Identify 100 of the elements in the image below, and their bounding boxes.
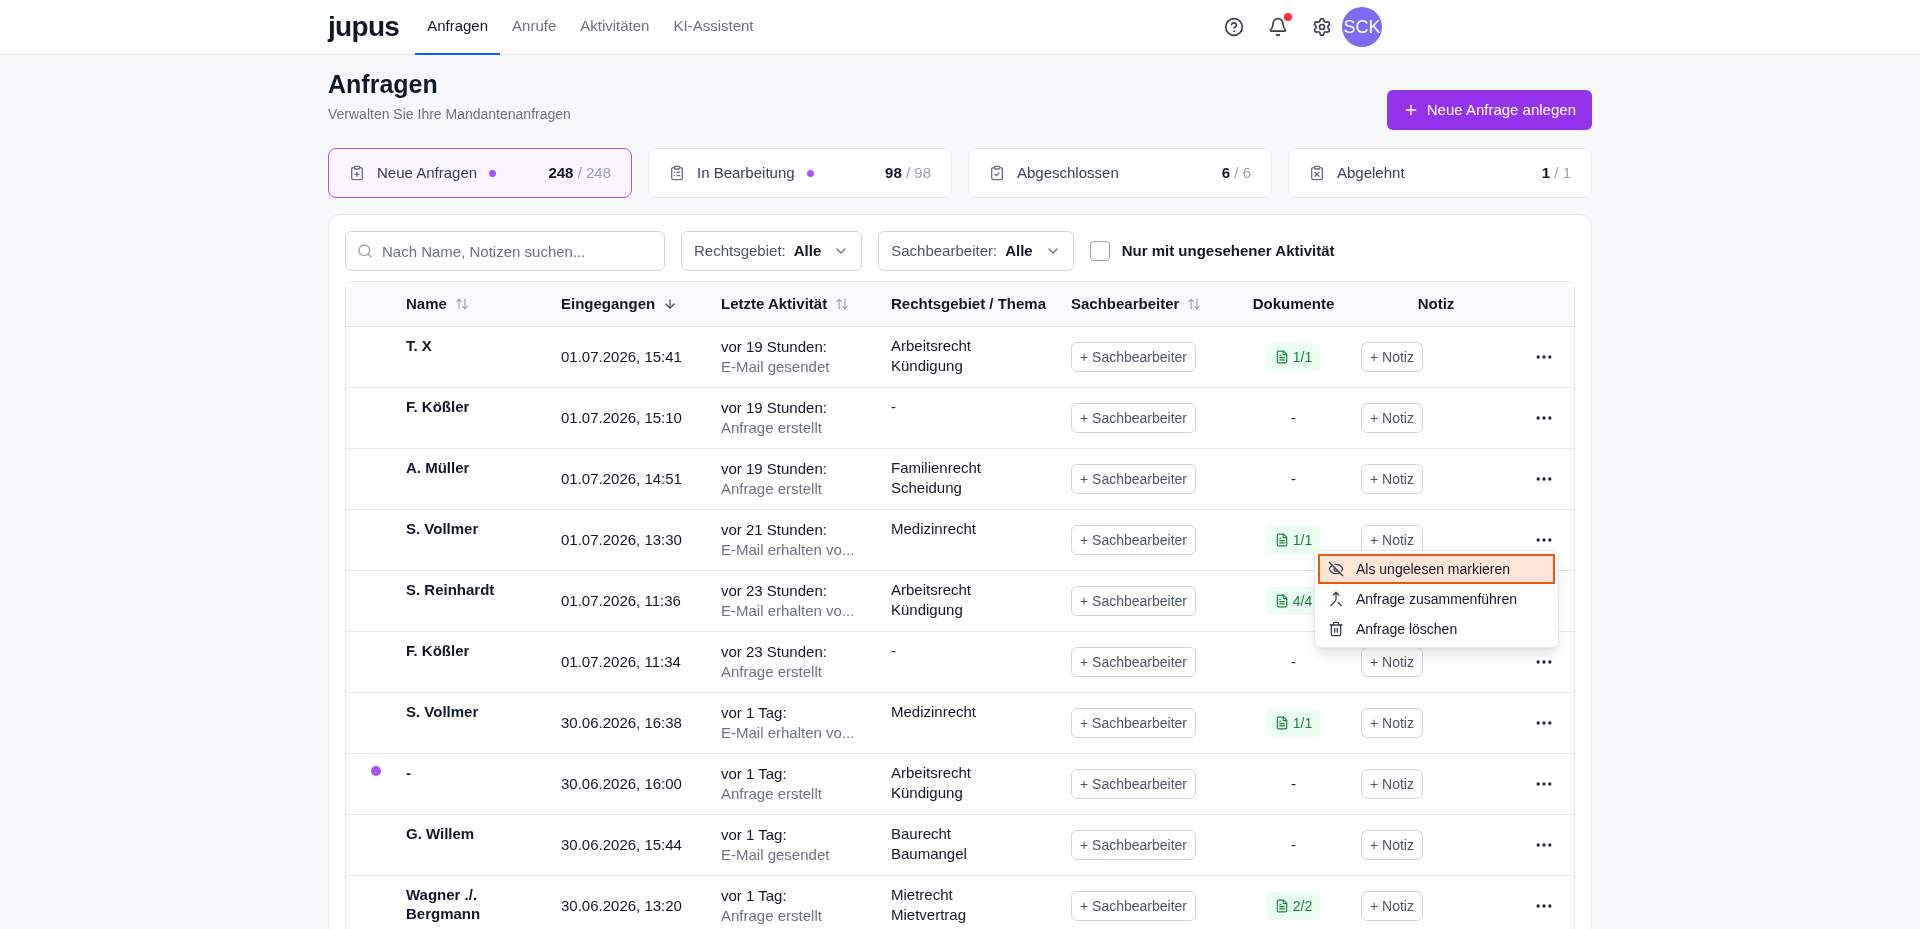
nav-tab[interactable]: KI-Assistent [661, 0, 766, 55]
trash-icon [1328, 621, 1344, 637]
activity-text: Anfrage erstellt [721, 784, 823, 804]
checkbox[interactable] [1089, 241, 1110, 261]
status-total: / 6 [1234, 163, 1251, 181]
topic-line: Arbeitsrecht [891, 763, 973, 783]
note-button[interactable]: + Notiz [1361, 342, 1423, 372]
topic-line: Baurecht [891, 824, 953, 844]
received-date: 30.06.2026, 13:20 [561, 896, 682, 914]
help-icon[interactable] [1224, 17, 1244, 37]
client-name[interactable]: F. Kößler [406, 398, 553, 417]
topic-line: Kündigung [891, 783, 964, 803]
client-name[interactable]: S. Reinhardt [406, 581, 553, 600]
documents-empty: - [1291, 468, 1296, 489]
activity-time: vor 23 Stunden: [721, 642, 828, 662]
activity-text: Anfrage erstellt [721, 418, 823, 438]
topic-line: Mietrecht [891, 885, 954, 905]
assignee-button[interactable]: + Sachbearbeiter [1071, 403, 1197, 433]
filter-dropdown[interactable]: Rechtsgebiet: Alle [681, 231, 863, 271]
topic-line: Medizinrecht [891, 702, 978, 722]
logo[interactable]: jupus [328, 13, 400, 41]
status-card[interactable]: In Bearbeitung 98 / 98 [648, 148, 952, 198]
assignee-button[interactable]: + Sachbearbeiter [1071, 342, 1197, 372]
received-date: 30.06.2026, 16:00 [561, 774, 682, 792]
checkbox-label: Nur mit ungesehener Aktivität [1121, 240, 1335, 261]
assignee-button[interactable]: + Sachbearbeiter [1071, 830, 1197, 860]
status-card[interactable]: Abgelehnt 1 / 1 [1288, 148, 1592, 198]
activity-text: Anfrage erstellt [721, 662, 823, 682]
received-date: 30.06.2026, 16:38 [561, 713, 682, 731]
nav-tab[interactable]: Aktivitäten [568, 0, 662, 55]
documents-badge[interactable]: 1/1 [1266, 709, 1321, 737]
status-card[interactable]: Neue Anfragen 248 / 248 [328, 148, 632, 198]
clipboard-plus-icon [349, 165, 365, 181]
assignee-button[interactable]: + Sachbearbeiter [1071, 586, 1197, 616]
avatar[interactable]: SCK [1342, 7, 1382, 47]
topic-line: - [891, 641, 897, 661]
status-total: / 1 [1554, 163, 1571, 181]
note-button[interactable]: + Notiz [1361, 708, 1423, 738]
activity-time: vor 1 Tag: [721, 703, 788, 723]
notification-icon[interactable] [1268, 17, 1288, 37]
status-label: Neue Anfragen [377, 162, 478, 183]
nav-tab[interactable]: Anrufe [500, 0, 569, 55]
activity-text: E-Mail gesendet [721, 845, 831, 865]
assignee-button[interactable]: + Sachbearbeiter [1071, 708, 1197, 738]
activity-time: vor 1 Tag: [721, 886, 788, 906]
search-field[interactable]: Nach Name, Notizen suchen... [345, 231, 665, 271]
topic-line: Scheidung [891, 478, 963, 498]
document-icon [1274, 533, 1289, 547]
client-name[interactable]: G. Willem [406, 825, 553, 844]
client-name[interactable]: - [406, 764, 553, 783]
client-name[interactable]: A. Müller [406, 459, 553, 478]
topic-line: - [891, 397, 897, 417]
note-button[interactable]: + Notiz [1361, 769, 1423, 799]
menu-item[interactable]: Anfrage zusammenführen [1318, 584, 1555, 614]
documents-badge[interactable]: 2/2 [1266, 892, 1321, 920]
assignee-button[interactable]: + Sachbearbeiter [1071, 769, 1197, 799]
assignee-button[interactable]: + Sachbearbeiter [1071, 525, 1197, 555]
status-count: 6 [1221, 163, 1231, 181]
topic-line: Arbeitsrecht [891, 336, 973, 356]
documents-badge[interactable]: 1/1 [1266, 526, 1321, 554]
status-card[interactable]: Abgeschlossen 6 / 6 [968, 148, 1272, 198]
documents-badge[interactable]: 1/1 [1266, 343, 1321, 371]
menu-item[interactable]: Als ungelesen markieren [1318, 554, 1555, 584]
clipboard-list-icon [669, 165, 685, 181]
column-header: Dokumente [1252, 293, 1335, 314]
assignee-button[interactable]: + Sachbearbeiter [1071, 891, 1197, 921]
create-button[interactable]: Neue Anfrage anlegen [1386, 90, 1592, 130]
column-header: Name [406, 293, 447, 314]
client-name[interactable]: S. Vollmer [406, 520, 553, 539]
client-name[interactable]: S. Vollmer [406, 703, 553, 722]
activity-time: vor 19 Stunden: [721, 398, 828, 418]
menu-item[interactable]: Anfrage löschen [1318, 614, 1555, 644]
note-button[interactable]: + Notiz [1361, 464, 1423, 494]
clipboard-x-icon [1309, 165, 1325, 181]
search-icon [357, 243, 373, 259]
status-count: 1 [1541, 163, 1551, 181]
note-button[interactable]: + Notiz [1361, 403, 1423, 433]
document-icon [1274, 350, 1289, 364]
status-total: / 98 [905, 163, 931, 181]
topic-line: Arbeitsrecht [891, 580, 973, 600]
received-date: 01.07.2026, 14:51 [561, 469, 682, 487]
topic-line: Kündigung [891, 600, 964, 620]
client-name[interactable]: Wagner ./. Bergmann [406, 886, 553, 924]
client-name[interactable]: F. Kößler [406, 642, 553, 661]
nav-tab[interactable]: Anfragen [415, 0, 501, 55]
note-button[interactable]: + Notiz [1361, 830, 1423, 860]
activity-text: E-Mail gesendet [721, 357, 831, 377]
documents-empty: - [1291, 834, 1296, 855]
client-name[interactable]: T. X [406, 337, 553, 356]
activity-time: vor 19 Stunden: [721, 459, 828, 479]
note-button[interactable]: + Notiz [1361, 891, 1423, 921]
activity-text: Anfrage erstellt [721, 479, 823, 499]
assignee-button[interactable]: + Sachbearbeiter [1071, 647, 1197, 677]
document-icon [1274, 594, 1289, 608]
assignee-button[interactable]: + Sachbearbeiter [1071, 464, 1197, 494]
received-date: 01.07.2026, 15:41 [561, 347, 682, 365]
documents-empty: - [1291, 651, 1296, 672]
filter-dropdown[interactable]: Sachbearbeiter: Alle [878, 231, 1074, 271]
clipboard-check-icon [989, 165, 1005, 181]
settings-icon[interactable] [1312, 17, 1332, 37]
